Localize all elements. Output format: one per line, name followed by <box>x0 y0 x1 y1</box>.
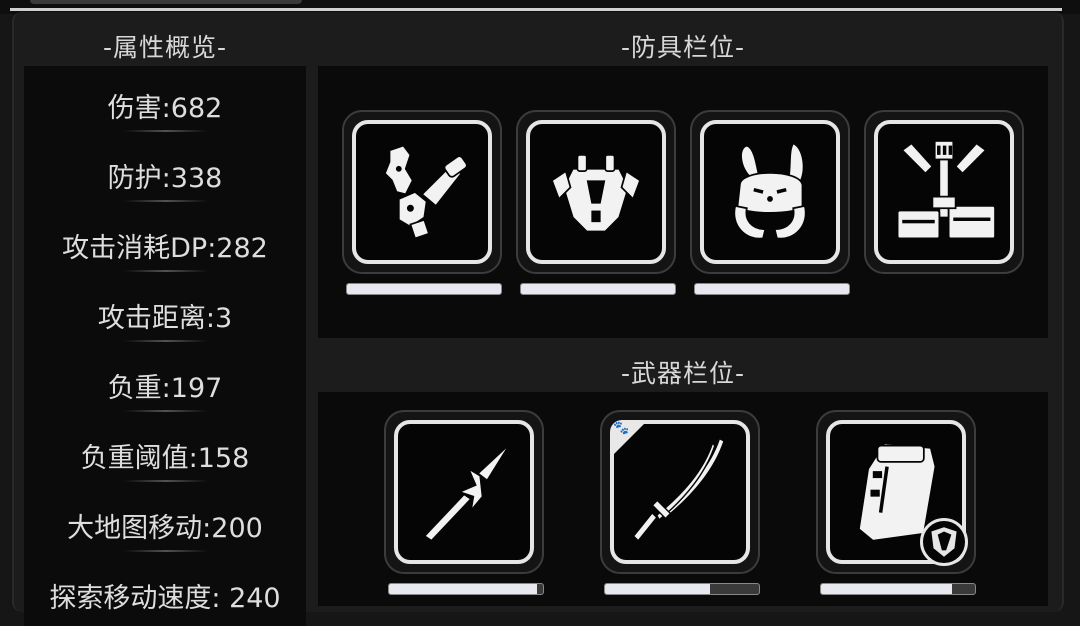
katana-icon <box>632 437 725 542</box>
armor-section-title: -防具栏位- <box>620 33 746 62</box>
stat-attack-range: 攻击距离:3 <box>97 303 233 334</box>
top-divider <box>10 8 1062 11</box>
armor-durability-bar-1 <box>346 283 502 295</box>
backpack-frame-icon <box>896 140 996 240</box>
weapon-slot-3[interactable] <box>816 410 976 574</box>
durability-fill <box>347 284 501 294</box>
armor-slot-2[interactable] <box>516 110 676 274</box>
stat-divider <box>124 270 208 272</box>
durability-fill <box>695 284 849 294</box>
stat-explore-speed: 探索移动速度: 240 <box>49 583 281 614</box>
stat-divider <box>124 340 208 342</box>
chest-armor-icon <box>550 154 642 233</box>
armor-durability-bar-3 <box>694 283 850 295</box>
weapon-durability-bar-3 <box>820 583 976 595</box>
top-tab[interactable] <box>30 0 302 4</box>
weapon-section-title: -武器栏位- <box>620 359 746 388</box>
stat-weight: 负重:197 <box>107 373 223 404</box>
armor-durability-bar-2 <box>520 283 676 295</box>
stat-divider <box>124 410 208 412</box>
durability-fill <box>389 584 537 594</box>
stat-divider <box>124 550 208 552</box>
bunny-helmet-icon <box>733 142 807 240</box>
stat-divider <box>124 200 208 202</box>
gauntlet-armor-icon <box>383 144 468 240</box>
shield-badge-icon <box>920 518 968 566</box>
stat-protection: 防护:338 <box>107 163 223 194</box>
stat-weight-threshold: 负重阈值:158 <box>80 443 250 474</box>
durability-fill <box>821 584 952 594</box>
stat-attack-dp-cost: 攻击消耗DP:282 <box>62 233 268 264</box>
durability-fill <box>521 284 675 294</box>
weapon-durability-bar-2 <box>604 583 760 595</box>
stat-divider <box>124 480 208 482</box>
durability-fill <box>605 584 710 594</box>
armor-slot-1[interactable] <box>342 110 502 274</box>
stat-map-movement: 大地图移动:200 <box>67 513 263 544</box>
stats-section-title: -属性概览- <box>102 33 228 62</box>
stat-damage: 伤害:682 <box>107 93 223 124</box>
stats-panel: 伤害:682 防护:338 攻击消耗DP:282 攻击距离:3 负重:197 负… <box>24 66 306 626</box>
weapon-slot-1[interactable] <box>384 410 544 574</box>
weapon-slot-2[interactable]: 🐾 <box>600 410 760 574</box>
stat-divider <box>124 130 208 132</box>
armor-slot-4[interactable] <box>864 110 1024 274</box>
spear-icon <box>423 442 512 542</box>
armor-slot-3[interactable] <box>690 110 850 274</box>
weapon-durability-bar-1 <box>388 583 544 595</box>
